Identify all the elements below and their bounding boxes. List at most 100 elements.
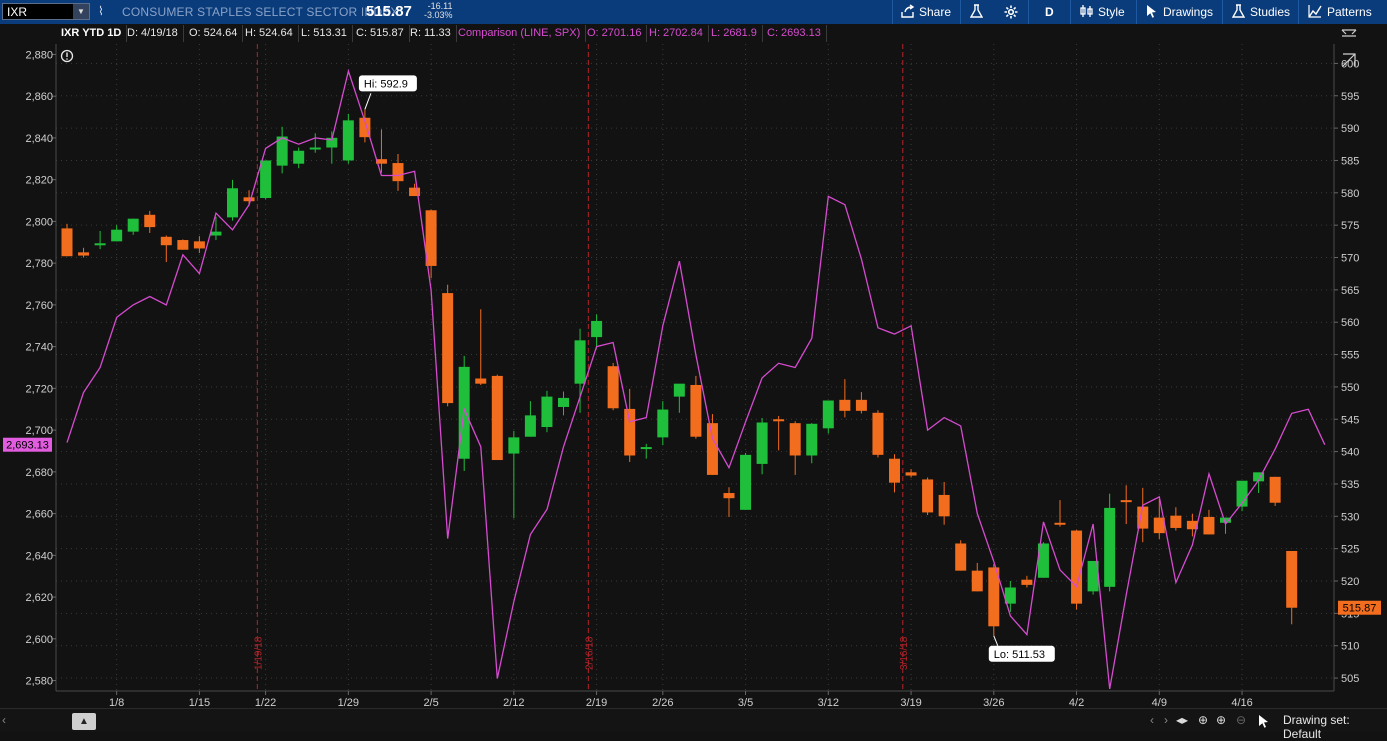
info-high: H: 524.64 xyxy=(240,25,299,42)
left-axis-label: 2,700 xyxy=(25,425,53,437)
candle-body xyxy=(475,378,487,384)
patterns-icon xyxy=(1308,5,1322,18)
left-axis-label: 2,580 xyxy=(25,676,53,688)
studies-button[interactable]: Studies xyxy=(1231,0,1291,24)
candle-body xyxy=(607,366,619,409)
scroll-left-icon[interactable]: ‹ xyxy=(2,713,6,727)
date-marker-label: 1/19/18 xyxy=(253,636,264,670)
right-axis-label: 505 xyxy=(1341,673,1359,685)
candle-body xyxy=(591,320,603,338)
candle-body xyxy=(127,218,139,232)
share-label: Share xyxy=(919,5,952,19)
candle-body xyxy=(491,375,503,461)
last-price: 515.87 xyxy=(366,3,412,20)
patterns-button[interactable]: Patterns xyxy=(1308,0,1372,24)
chevron-down-icon[interactable]: ▼ xyxy=(73,4,89,19)
candle-body xyxy=(673,383,685,397)
right-axis-label: 510 xyxy=(1341,641,1359,653)
comparison-open: O: 2701.16 xyxy=(582,25,648,42)
candle-body xyxy=(789,423,801,456)
cursor-icon xyxy=(1147,5,1156,18)
drawing-set-label[interactable]: Drawing set: Default xyxy=(1283,713,1387,741)
left-axis-label: 2,780 xyxy=(25,258,53,270)
candle-body xyxy=(144,214,156,228)
right-axis-label: 580 xyxy=(1341,188,1359,200)
candle-body xyxy=(773,419,785,422)
right-axis-label: 540 xyxy=(1341,447,1359,459)
candle-body xyxy=(855,399,867,411)
left-axis-label: 2,680 xyxy=(25,467,53,479)
left-price-badge: 2,693.13 xyxy=(6,440,49,452)
collapse-button[interactable]: ▲ xyxy=(72,713,96,730)
date-axis-label: 3/19 xyxy=(900,697,921,708)
right-axis-label: 590 xyxy=(1341,123,1359,135)
symbol-text: IXR xyxy=(7,5,28,19)
candle-body xyxy=(806,423,818,456)
candle-body xyxy=(111,229,123,242)
candle-body xyxy=(690,384,702,437)
candle-body xyxy=(177,240,189,250)
date-axis-label: 4/16 xyxy=(1231,697,1252,708)
expand-icon[interactable]: ◂▸ xyxy=(1176,713,1188,727)
settings-button[interactable] xyxy=(1004,0,1018,24)
scroll-left-icon[interactable]: ‹ xyxy=(1150,713,1154,727)
right-axis-label: 555 xyxy=(1341,350,1359,362)
comparison-close: C: 2693.13 xyxy=(762,25,827,42)
left-axis-label: 2,600 xyxy=(25,634,53,646)
candle-body xyxy=(1269,476,1281,503)
price-change: -16.11 -3.03% xyxy=(424,2,453,20)
candle-body xyxy=(1021,579,1033,585)
left-axis-label: 2,620 xyxy=(25,592,53,604)
candle-body xyxy=(1286,550,1298,608)
right-axis-label: 525 xyxy=(1341,544,1359,556)
info-range: R: 11.33 xyxy=(405,25,457,42)
date-axis-label: 2/12 xyxy=(503,697,524,708)
candle-body xyxy=(78,252,90,256)
crosshair-icon[interactable]: ⊕ xyxy=(1198,713,1208,727)
candle-body xyxy=(193,241,205,249)
candle-body xyxy=(971,570,983,592)
right-axis-label: 560 xyxy=(1341,317,1359,329)
scroll-right-icon[interactable]: › xyxy=(1164,713,1168,727)
symbol-input[interactable]: IXR ▼ xyxy=(2,3,90,20)
toolbar-separator xyxy=(1222,0,1223,24)
left-axis-label: 2,660 xyxy=(25,509,53,521)
studies-label: Studies xyxy=(1250,5,1291,19)
date-axis-label: 3/12 xyxy=(818,697,839,708)
date-axis-label: 4/2 xyxy=(1069,697,1084,708)
right-axis-label: 575 xyxy=(1341,220,1359,232)
cursor-icon[interactable] xyxy=(1258,714,1270,728)
right-axis-label: 545 xyxy=(1341,414,1359,426)
left-axis-label: 2,840 xyxy=(25,133,53,145)
candle-body xyxy=(1203,516,1215,535)
candle-body xyxy=(922,479,934,513)
left-axis-label: 2,820 xyxy=(25,175,53,187)
candle-body xyxy=(425,210,437,266)
candle-body xyxy=(706,423,718,475)
candle-body xyxy=(227,188,238,218)
toolbar-separator xyxy=(1298,0,1299,24)
info-low: L: 513.31 xyxy=(296,25,353,42)
period-button[interactable]: D xyxy=(1045,0,1054,24)
style-button[interactable]: Style xyxy=(1080,0,1125,24)
zoom-in-icon[interactable]: ⊕ xyxy=(1216,713,1226,727)
date-marker-label: 2/16/18 xyxy=(584,636,595,670)
left-axis-label: 2,880 xyxy=(25,49,53,61)
toolbar-separator xyxy=(1070,0,1071,24)
candle-body xyxy=(1104,507,1116,587)
date-axis-label: 2/5 xyxy=(423,697,438,708)
comparison-high: H: 2702.84 xyxy=(644,25,709,42)
candle-body xyxy=(1054,522,1066,525)
share-button[interactable]: Share xyxy=(900,0,951,24)
zoom-out-icon[interactable]: ⊖ xyxy=(1236,713,1246,727)
price-chart[interactable]: 1/19/182/16/183/16/18 505510515520525530… xyxy=(0,24,1387,708)
candle-body xyxy=(293,150,305,164)
lo-label: Lo: 511.53 xyxy=(994,649,1045,661)
date-axis-label: 2/26 xyxy=(652,697,673,708)
comparison-title[interactable]: Comparison (LINE, SPX) xyxy=(453,25,587,42)
change-percent: -3.03% xyxy=(424,10,453,20)
share-icon xyxy=(901,4,915,18)
flask-button[interactable] xyxy=(969,0,984,24)
drawings-button[interactable]: Drawings xyxy=(1146,0,1213,24)
link-icon[interactable]: ⌇ xyxy=(98,4,108,19)
